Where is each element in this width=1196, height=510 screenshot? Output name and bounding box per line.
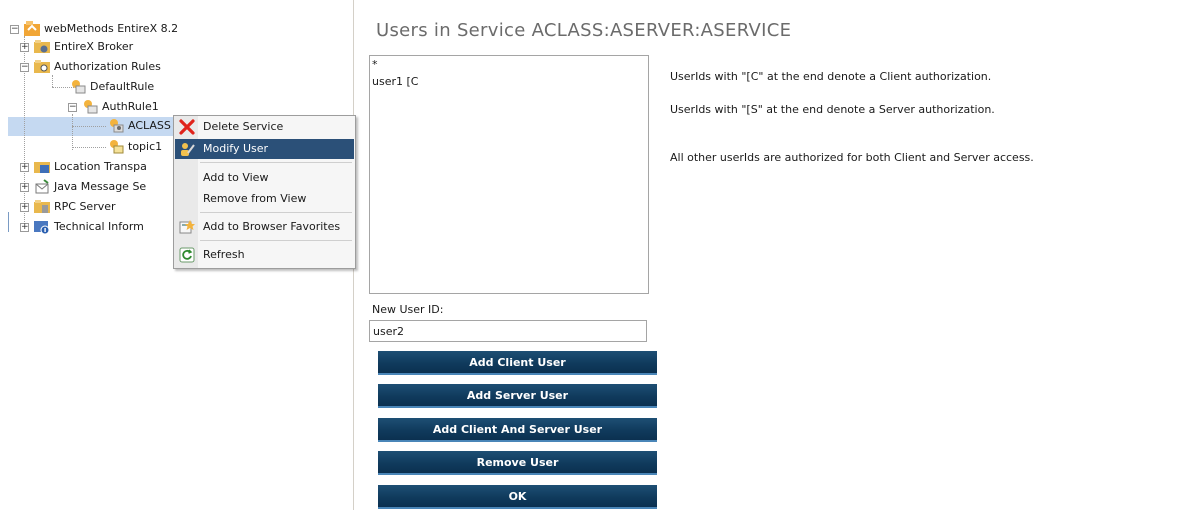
tree-node-label: ACLASS	[128, 119, 171, 132]
collapse-toggle[interactable]: −	[10, 25, 19, 34]
entirex-icon	[24, 21, 40, 36]
add-client-user-button[interactable]: Add Client User	[378, 351, 657, 375]
menu-item-label: Refresh	[203, 248, 245, 261]
tree-node-technical-information[interactable]: + Technical Inform	[20, 218, 174, 236]
tree-node-topic1[interactable]: topic1	[108, 138, 178, 156]
menu-item-remove-from-view[interactable]: Remove from View	[175, 189, 354, 209]
both-hint-text: All other userIds are authorized for bot…	[670, 151, 1034, 164]
client-hint-text: UserIds with "[C" at the end denote a Cl…	[670, 70, 992, 83]
rules-folder-icon	[34, 60, 50, 73]
tree-node-rpc-server[interactable]: + RPC Server	[20, 198, 174, 216]
users-listbox[interactable]: * user1 [C	[369, 55, 649, 294]
remove-user-button[interactable]: Remove User	[378, 451, 657, 475]
menu-item-refresh[interactable]: Refresh	[175, 245, 354, 265]
tree-node-authrule1[interactable]: − AuthRule1	[68, 98, 228, 116]
expand-toggle[interactable]: +	[20, 43, 29, 52]
expand-toggle[interactable]: +	[20, 163, 29, 172]
tree-node-authorization-rules[interactable]: − Authorization Rules	[20, 58, 220, 76]
topic-icon	[110, 140, 124, 154]
tree-node-label: RPC Server	[54, 200, 116, 213]
tree-node-entirex-broker[interactable]: + EntireX Broker	[20, 38, 220, 56]
list-item[interactable]: user1 [C	[372, 75, 418, 88]
menu-item-label: Add to View	[203, 171, 269, 184]
add-client-and-server-user-button[interactable]: Add Client And Server User	[378, 418, 657, 442]
refresh-icon	[179, 247, 195, 263]
list-item[interactable]: *	[372, 58, 378, 71]
rule-icon	[72, 80, 86, 94]
message-icon	[35, 179, 49, 194]
ok-button[interactable]: OK	[378, 485, 657, 509]
menu-separator	[200, 240, 352, 241]
new-user-id-label: New User ID:	[372, 303, 444, 316]
server-hint-text: UserIds with "[S" at the end denote a Se…	[670, 103, 995, 116]
tree-node-label: topic1	[128, 140, 163, 153]
tree-node-label: webMethods EntireX 8.2	[44, 22, 179, 35]
tree-node-label: Technical Inform	[54, 220, 144, 233]
tree-node-java-message-service[interactable]: + Java Message Se	[20, 178, 174, 196]
context-menu: Delete Service Modify User Add to View R…	[173, 115, 356, 269]
tree-connector	[72, 126, 106, 127]
menu-item-label: Delete Service	[203, 120, 284, 133]
menu-item-delete-service[interactable]: Delete Service	[175, 117, 354, 137]
expand-toggle[interactable]: +	[20, 223, 29, 232]
menu-item-label: Add to Browser Favorites	[203, 220, 341, 233]
page-title: Users in Service ACLASS:ASERVER:ASERVICE	[376, 20, 792, 41]
collapse-toggle[interactable]: −	[20, 63, 29, 72]
tree-node-label: AuthRule1	[102, 100, 159, 113]
tree-node-location-transparency[interactable]: + Location Transpa	[20, 158, 174, 176]
tree-node-label: EntireX Broker	[54, 40, 134, 53]
tree-connector	[52, 75, 53, 87]
menu-item-label: Remove from View	[203, 192, 307, 205]
tree-node-aclass[interactable]: ACLASS	[108, 117, 178, 135]
menu-separator	[200, 212, 352, 213]
menu-separator	[200, 162, 352, 163]
tree-node-root[interactable]: − webMethods EntireX 8.2	[10, 20, 210, 38]
expand-toggle[interactable]: +	[20, 183, 29, 192]
tree-node-label: Java Message Se	[54, 180, 147, 193]
tree-edge-marker	[8, 212, 9, 232]
users-icon	[181, 143, 195, 156]
broker-icon	[34, 40, 50, 53]
tree-connector	[72, 114, 73, 150]
collapse-toggle[interactable]: −	[68, 103, 77, 112]
menu-item-add-to-browser-favorites[interactable]: Add to Browser Favorites	[175, 217, 354, 237]
menu-item-label: Modify User	[203, 142, 269, 155]
server-folder-icon	[34, 200, 50, 213]
expand-toggle[interactable]: +	[20, 203, 29, 212]
tree-node-label: Authorization Rules	[54, 60, 161, 73]
location-icon	[34, 162, 50, 173]
red-x-icon	[179, 119, 195, 135]
menu-item-modify-user[interactable]: Modify User	[175, 139, 354, 159]
tree-connector	[72, 147, 106, 148]
service-icon	[110, 119, 124, 133]
new-user-id-field[interactable]	[369, 320, 647, 342]
info-icon	[34, 221, 50, 234]
favorites-icon	[179, 220, 195, 234]
add-server-user-button[interactable]: Add Server User	[378, 384, 657, 408]
tree-node-defaultrule[interactable]: DefaultRule	[70, 78, 230, 96]
tree-node-label: DefaultRule	[90, 80, 155, 93]
rule-icon	[84, 100, 98, 114]
tree-node-label: Location Transpa	[54, 160, 147, 173]
menu-item-add-to-view[interactable]: Add to View	[175, 168, 354, 188]
